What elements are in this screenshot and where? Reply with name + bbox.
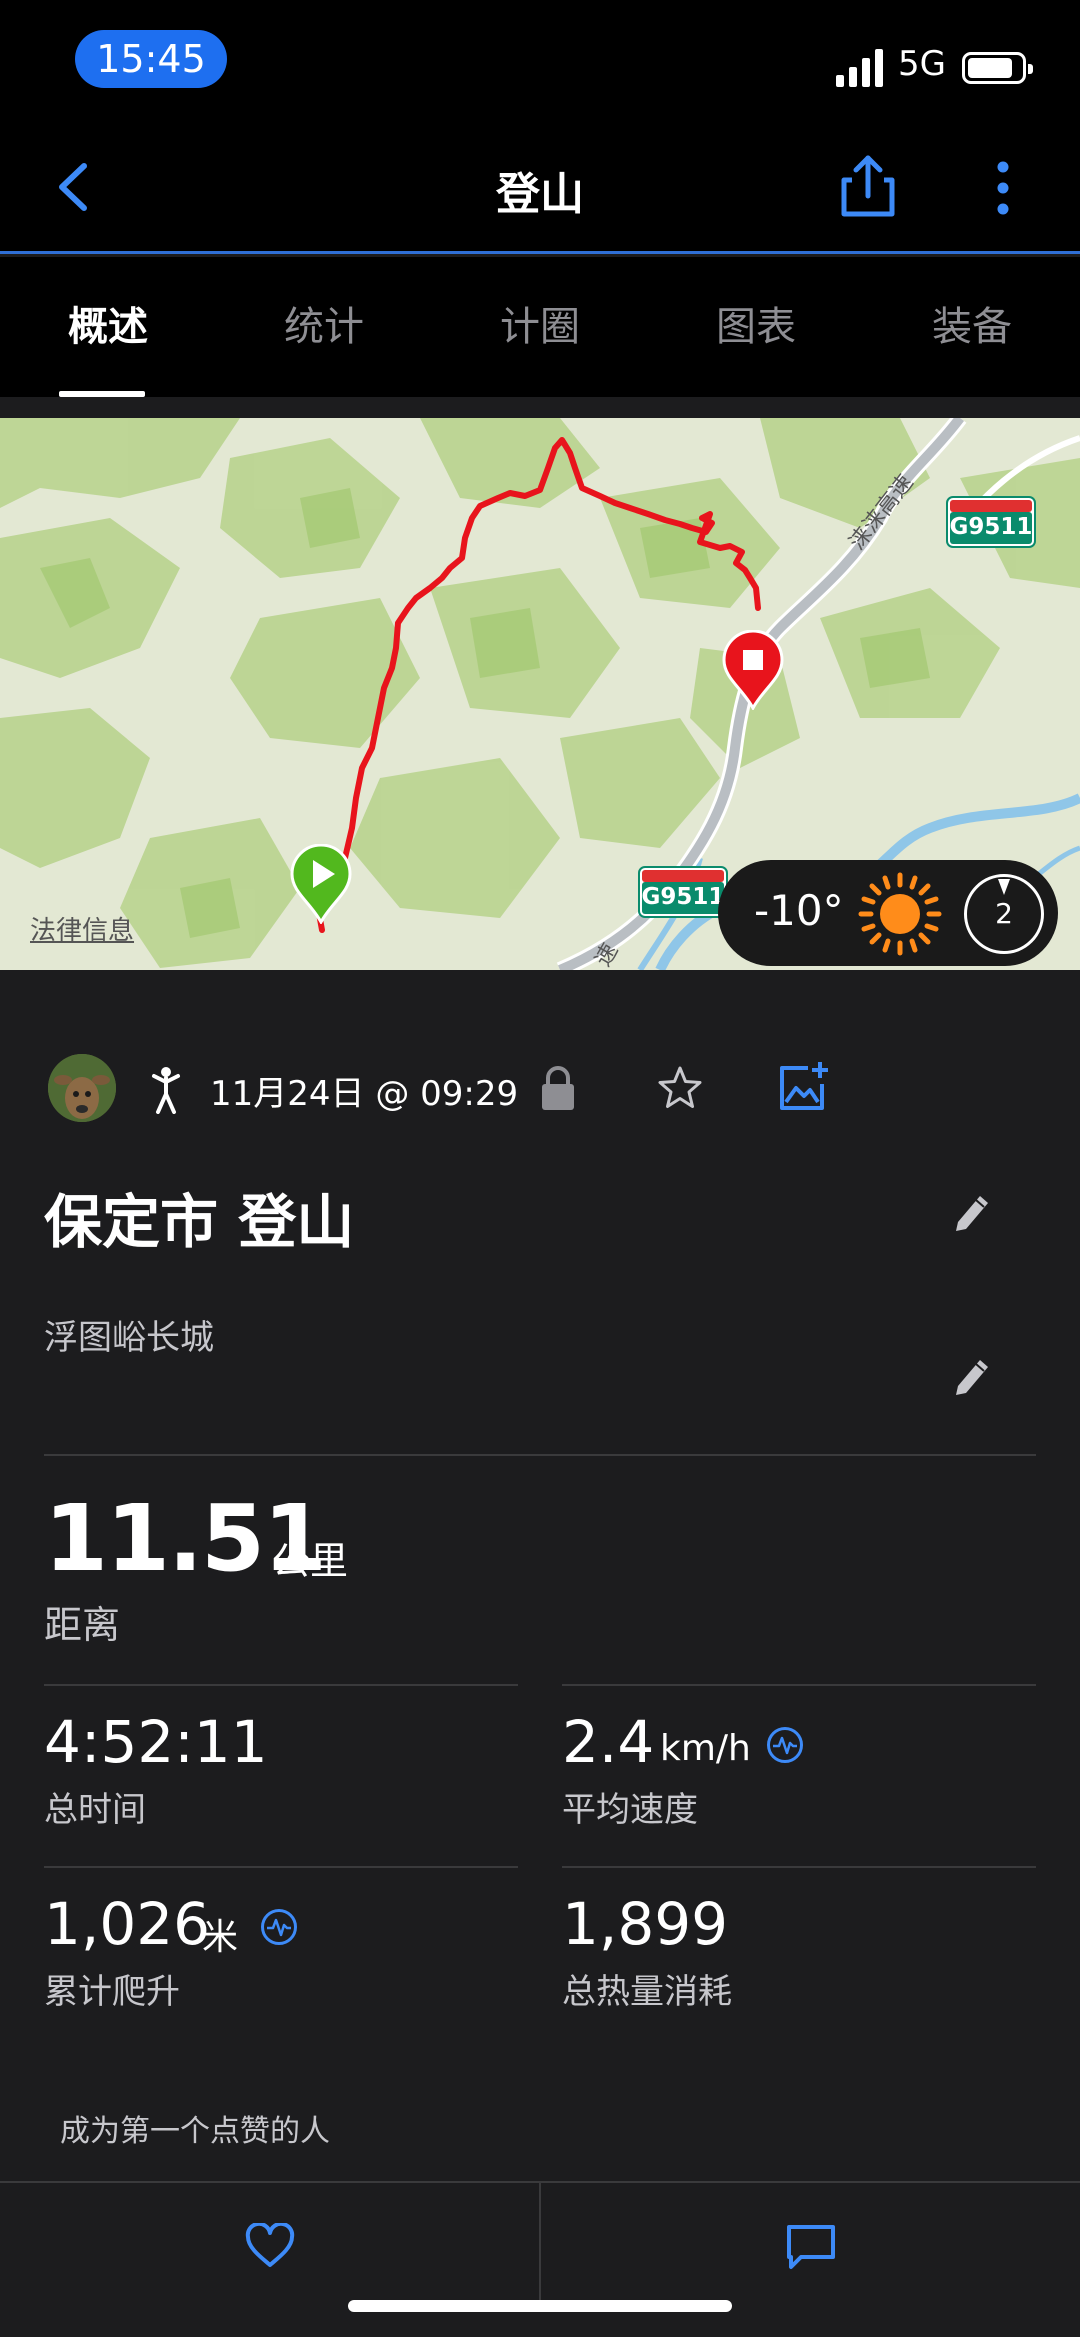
tab-charts[interactable]: 图表	[648, 257, 864, 397]
bottom-action-bar	[0, 2181, 1080, 2337]
comment-icon	[787, 2225, 835, 2269]
more-options-button[interactable]	[978, 160, 1028, 216]
activity-description: 浮图峪长城	[44, 1318, 214, 1358]
tab-laps[interactable]: 计圈	[432, 257, 648, 397]
avg-speed-value: 2.4	[562, 1708, 655, 1776]
wind-badge: 2	[964, 874, 1044, 954]
avatar[interactable]	[48, 1054, 116, 1122]
like-button[interactable]	[0, 2183, 539, 2303]
activity-date: 11月24日 @ 09:29	[210, 1074, 519, 1114]
tab-gear[interactable]: 装备	[864, 257, 1080, 397]
avg-speed-unit: km/h	[660, 1728, 751, 1769]
tab-stats[interactable]: 统计	[216, 257, 432, 397]
heart-rate-icon[interactable]	[260, 1908, 298, 1946]
divider	[44, 1684, 518, 1686]
distance-label: 距离	[44, 1603, 121, 1647]
total-time-value: 4:52:11	[44, 1708, 268, 1776]
comment-button[interactable]	[541, 2183, 1080, 2303]
add-photo-icon[interactable]	[778, 1060, 830, 1112]
tab-overview[interactable]: 概述	[0, 257, 216, 397]
signal-icon	[836, 49, 883, 87]
app-header: 登山	[0, 120, 1080, 254]
tabs-spacer	[0, 397, 1080, 418]
elevation-gain-label: 累计爬升	[44, 1972, 180, 2012]
weather-temperature: -10°	[754, 886, 844, 935]
edit-title-icon[interactable]	[952, 1188, 992, 1232]
hiker-icon	[152, 1067, 180, 1114]
finish-marker-icon[interactable]	[722, 630, 784, 710]
divider	[562, 1866, 1036, 1868]
divider	[44, 1454, 1036, 1456]
page-title: 登山	[496, 169, 584, 220]
route-map[interactable]: G9511 G9511 涞涞高速 速 法律信息 -10° 2	[0, 418, 1080, 970]
start-marker-icon[interactable]	[290, 844, 352, 924]
distance-unit: 公里	[272, 1539, 349, 1583]
wind-speed-value: 2	[995, 897, 1013, 930]
star-icon[interactable]	[656, 1064, 704, 1112]
share-button[interactable]	[838, 154, 898, 218]
total-time-label: 总时间	[44, 1790, 146, 1830]
activity-summary: 11月24日 @ 09:29 保定市 登山 浮图峪长城 11.51 公里 距离 …	[0, 970, 1080, 2181]
divider	[44, 1866, 518, 1868]
activity-title: 保定市 登山	[44, 1188, 355, 1256]
highway-shield-label: G9511	[949, 514, 1033, 540]
sun-icon	[858, 872, 942, 956]
like-prompt[interactable]: 成为第一个点赞的人	[60, 2106, 330, 2150]
battery-icon	[962, 52, 1033, 84]
network-type: 5G	[898, 44, 946, 84]
heart-icon	[245, 2223, 295, 2267]
avg-speed-label: 平均速度	[562, 1790, 698, 1830]
legal-info-link[interactable]: 法律信息	[30, 910, 134, 947]
elevation-gain-value: 1,026	[44, 1890, 211, 1958]
status-bar: 15:45 5G	[0, 0, 1080, 120]
highway-shield-label: G9511	[641, 884, 725, 910]
elevation-gain-unit: 米	[202, 1917, 239, 1958]
activity-meta-row: 11月24日 @ 09:29	[48, 1054, 1048, 1124]
edit-description-icon[interactable]	[952, 1352, 992, 1396]
calories-value: 1,899	[562, 1890, 729, 1958]
weather-badge[interactable]: -10° 2	[718, 860, 1058, 966]
lock-icon[interactable]	[538, 1064, 578, 1112]
divider	[562, 1684, 1036, 1686]
avatar-image	[48, 1054, 116, 1122]
status-time: 15:45	[75, 30, 227, 88]
tab-bar: 概述 统计 计圈 图表 装备	[0, 257, 1080, 397]
home-indicator[interactable]	[348, 2300, 732, 2312]
calories-label: 总热量消耗	[562, 1972, 732, 2012]
heart-rate-icon[interactable]	[766, 1726, 804, 1764]
